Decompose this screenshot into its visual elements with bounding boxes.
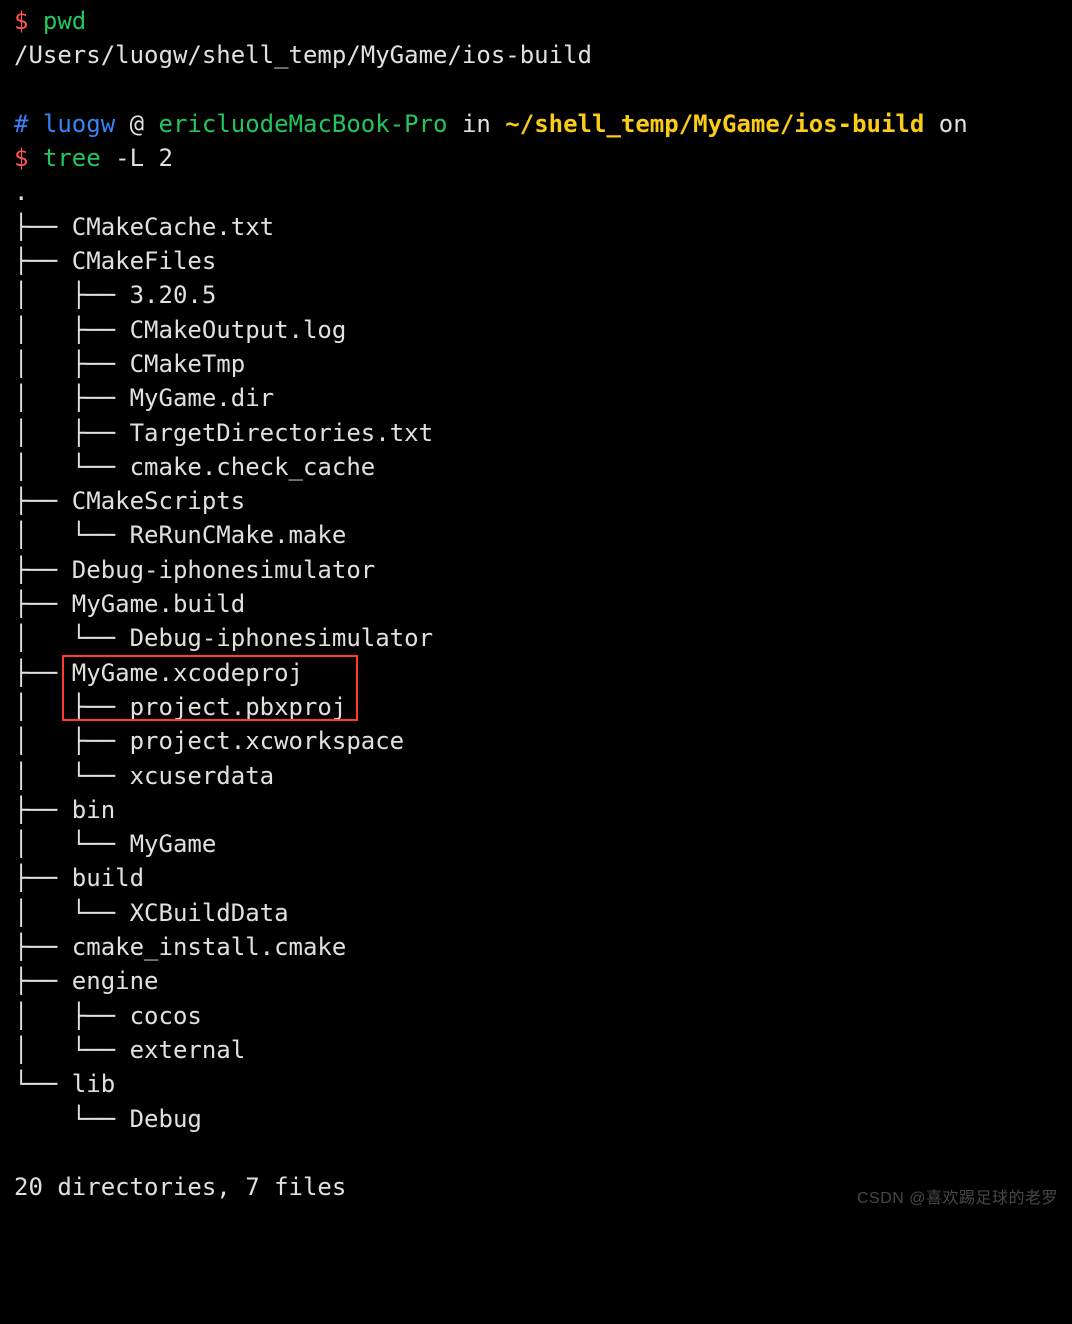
prompt-dollar: $ [14,7,28,35]
prompt-dollar: $ [14,144,28,172]
tree-line: ├── CMakeFiles [14,244,1072,278]
terminal-line: $ tree -L 2 [14,141,1072,175]
prompt-host: ericluodeMacBook-Pro [159,110,448,138]
tree-line: ├── engine [14,964,1072,998]
tree-line: │ ├── 3.20.5 [14,278,1072,312]
tree-line: │ ├── project.pbxproj [14,690,1072,724]
prompt-in: in [448,110,506,138]
tree-line: │ ├── TargetDirectories.txt [14,416,1072,450]
tree-line: ├── cmake_install.cmake [14,930,1072,964]
tree-line: └── Debug [14,1102,1072,1136]
tree-line: │ └── XCBuildData [14,896,1072,930]
tree-line: ├── CMakeCache.txt [14,210,1072,244]
watermark-text: CSDN @喜欢踢足球的老罗 [857,1182,1058,1216]
tree-line: │ ├── cocos [14,999,1072,1033]
tree-root: . [14,175,1072,209]
cmd-pwd: pwd [43,7,86,35]
tree-line: │ └── ReRunCMake.make [14,518,1072,552]
tree-line: │ ├── CMakeTmp [14,347,1072,381]
blank-line [14,1136,1072,1170]
tree-line: ├── bin [14,793,1072,827]
tree-line: │ ├── MyGame.dir [14,381,1072,415]
tree-line: ├── MyGame.xcodeproj [14,656,1072,690]
prompt-user: luogw [43,110,115,138]
tree-line: │ ├── CMakeOutput.log [14,313,1072,347]
tree-line: ├── CMakeScripts [14,484,1072,518]
tree-line: │ └── MyGame [14,827,1072,861]
tree-line: │ ├── project.xcworkspace [14,724,1072,758]
cmd-args: -L 2 [115,144,173,172]
prompt-on: on [924,110,967,138]
tree-line: │ └── Debug-iphonesimulator [14,621,1072,655]
cmd-tree: tree [43,144,101,172]
terminal-line: $ pwd [14,4,1072,38]
tree-line: ├── Debug-iphonesimulator [14,553,1072,587]
tree-line: ├── MyGame.build [14,587,1072,621]
tree-line: │ └── xcuserdata [14,759,1072,793]
prompt-path: ~/shell_temp/MyGame/ios-build [505,110,924,138]
tree-line: ├── build [14,861,1072,895]
shell-prompt: # luogw @ ericluodeMacBook-Pro in ~/shel… [14,107,1072,141]
tree-line: │ └── external [14,1033,1072,1067]
prompt-hash: # [14,110,28,138]
tree-line: │ └── cmake.check_cache [14,450,1072,484]
blank-line [14,73,1072,107]
tree-line: └── lib [14,1067,1072,1101]
pwd-output: /Users/luogw/shell_temp/MyGame/ios-build [14,38,1072,72]
prompt-at: @ [115,110,158,138]
